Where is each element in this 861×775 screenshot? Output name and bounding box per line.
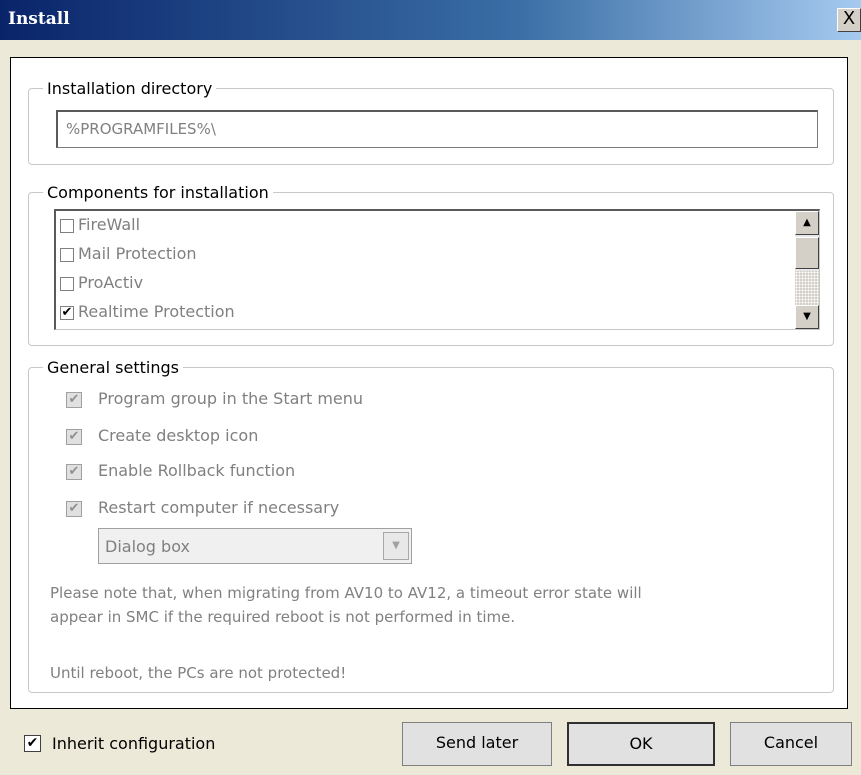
window-title: Install [8, 9, 70, 29]
components-legend: Components for installation [47, 183, 269, 202]
program-group-checkbox[interactable]: ✔ [66, 392, 82, 408]
chevron-down-icon[interactable]: ▼ [383, 532, 409, 560]
restart-mode-select[interactable]: Dialog box ▼ [98, 528, 412, 564]
general-settings-legend: General settings [47, 358, 179, 377]
list-item-label: FireWall [78, 215, 141, 234]
general-settings-group: General settings [28, 358, 834, 693]
list-item-label: Mail Protection [78, 244, 197, 263]
firewall-checkbox[interactable] [60, 219, 74, 233]
option-label: Create desktop icon [98, 426, 259, 445]
installation-directory-legend: Installation directory [47, 79, 213, 98]
option-label: Program group in the Start menu [98, 389, 364, 408]
inherit-configuration-label: Inherit configuration [52, 734, 216, 753]
scroll-track[interactable] [795, 271, 819, 305]
proactiv-checkbox[interactable] [60, 277, 74, 291]
title-bar: Install X [0, 0, 861, 40]
cancel-button[interactable]: Cancel [730, 722, 852, 766]
option-label: Enable Rollback function [98, 461, 296, 480]
scroll-down-button[interactable]: ▼ [795, 305, 819, 329]
desktop-icon-checkbox[interactable]: ✔ [66, 429, 82, 445]
mail-protection-checkbox[interactable] [60, 248, 74, 262]
protection-warning: Until reboot, the PCs are not protected! [50, 664, 347, 682]
migration-note-line-2: appear in SMC if the required reboot is … [50, 608, 516, 626]
restart-mode-value: Dialog box [105, 537, 190, 556]
components-scrollbar[interactable]: ▲ ▼ [795, 211, 819, 329]
close-icon: X [842, 8, 856, 29]
components-list[interactable]: FireWall Mail Protection ProActiv ✔ Real… [54, 209, 820, 330]
option-label: Restart computer if necessary [98, 498, 340, 517]
list-item-label: ProActiv [78, 273, 144, 292]
realtime-protection-checkbox[interactable]: ✔ [60, 306, 74, 320]
send-later-button[interactable]: Send later [402, 722, 552, 766]
restart-checkbox[interactable]: ✔ [66, 501, 82, 517]
arrow-up-icon: ▲ [803, 217, 811, 228]
list-item-label: Realtime Protection [78, 302, 235, 321]
installation-directory-input[interactable]: %PROGRAMFILES%\ [56, 110, 818, 148]
migration-note-line-1: Please note that, when migrating from AV… [50, 584, 642, 602]
scroll-thumb[interactable] [795, 237, 819, 269]
scroll-up-button[interactable]: ▲ [795, 211, 819, 235]
inherit-configuration-checkbox[interactable]: ✔ [24, 735, 41, 752]
ok-button[interactable]: OK [567, 722, 715, 766]
arrow-down-icon: ▼ [803, 311, 811, 322]
rollback-checkbox[interactable]: ✔ [66, 464, 82, 480]
close-button[interactable]: X [837, 8, 861, 32]
